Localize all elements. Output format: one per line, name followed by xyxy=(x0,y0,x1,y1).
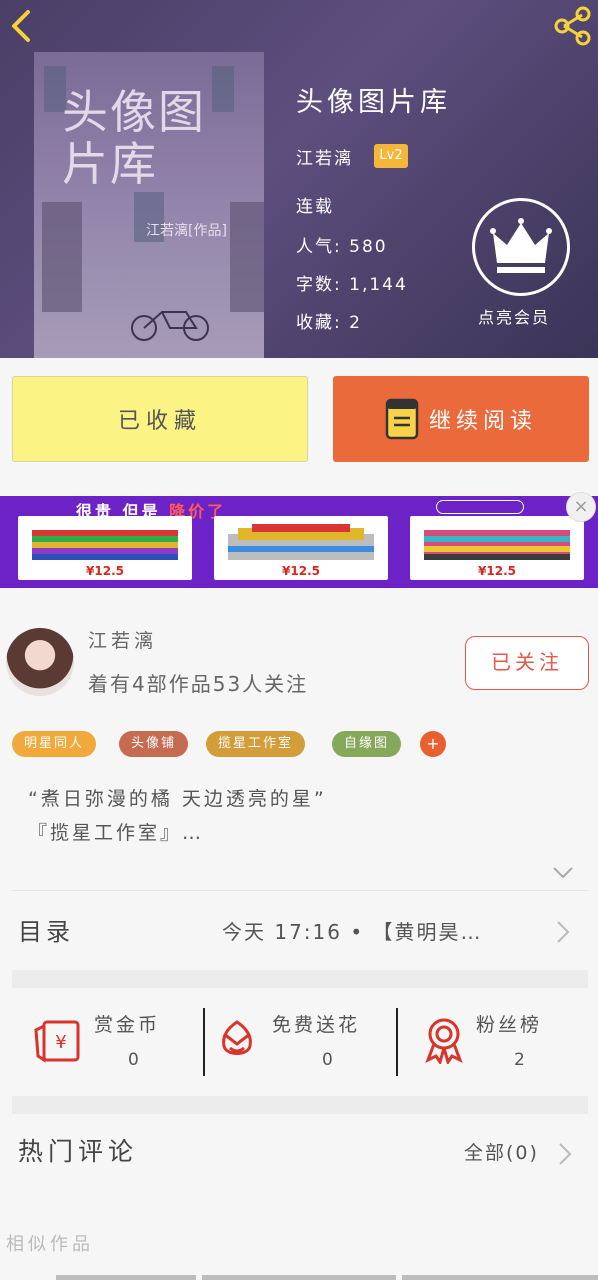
ad-product-card[interactable]: ¥12.5 xyxy=(410,516,584,580)
divider xyxy=(396,1008,398,1076)
popularity-stat: 人气: 580 xyxy=(296,232,388,257)
coins-value: 0 xyxy=(128,1050,139,1070)
back-arrow-icon[interactable] xyxy=(6,6,38,46)
chevron-right-icon[interactable] xyxy=(556,920,570,944)
flowers-value: 0 xyxy=(322,1050,333,1070)
tag-chip[interactable]: 明星同人 xyxy=(12,731,97,757)
magnet-cube-image xyxy=(424,530,570,560)
description-line: 『揽星工作室』… xyxy=(28,822,205,844)
book-icon xyxy=(385,398,419,440)
flower-icon xyxy=(222,1020,252,1055)
chevron-right-icon[interactable] xyxy=(558,1142,572,1166)
add-tag-icon[interactable]: + xyxy=(420,731,446,757)
popularity-value: 580 xyxy=(349,237,388,257)
cover-author: 江若漓[作品] xyxy=(146,223,227,239)
bicycle-icon xyxy=(131,311,209,341)
ad-banner[interactable]: 很贵 但是 降价了 ¥12.5 ¥12.5 ¥12.5 xyxy=(0,496,598,588)
ad-price: ¥12.5 xyxy=(478,564,516,578)
fans-value: 2 xyxy=(514,1050,525,1070)
ad-pill xyxy=(436,500,524,514)
toc-latest-chapter[interactable]: 今天 17:16 • 【黄明昊… xyxy=(222,916,483,945)
word-count-label: 字数: xyxy=(296,275,342,295)
book-author[interactable]: 江若漓 xyxy=(296,144,353,169)
ad-close-icon[interactable]: × xyxy=(566,492,596,522)
author-name[interactable]: 江若漓 xyxy=(88,626,157,653)
svg-text:¥: ¥ xyxy=(55,1032,66,1053)
word-count-stat: 字数: 1,144 xyxy=(296,270,408,295)
favorites-value: 2 xyxy=(349,313,362,333)
share-icon[interactable] xyxy=(552,6,592,46)
similar-work-thumb[interactable] xyxy=(56,1275,196,1280)
section-gap xyxy=(12,1096,588,1114)
section-gap xyxy=(12,970,588,988)
cover-door xyxy=(42,202,82,312)
description-line: “煮日弥漫的橘 天边透亮的星” xyxy=(28,788,327,810)
word-count-value: 1,144 xyxy=(349,275,408,295)
flowers-label: 免费送花 xyxy=(272,1014,361,1036)
hot-comments-title: 热门评论 xyxy=(18,1137,139,1166)
ad-price: ¥12.5 xyxy=(86,564,124,578)
cover-door xyxy=(230,202,264,312)
tag-chip[interactable]: 揽星工作室 xyxy=(206,731,306,757)
author-stats: 着有4部作品53人关注 xyxy=(88,672,309,696)
red-envelope-icon: ¥ xyxy=(34,1020,80,1063)
divider xyxy=(203,1008,205,1076)
tag-chip[interactable]: 自缘图 xyxy=(332,731,402,757)
chevron-down-icon[interactable] xyxy=(552,866,574,880)
similar-work-thumb[interactable] xyxy=(202,1275,396,1280)
favorites-stat: 收藏: 2 xyxy=(296,308,362,333)
ad-price: ¥12.5 xyxy=(282,564,320,578)
level-badge: Lv2 xyxy=(374,144,408,168)
book-status: 连载 xyxy=(296,197,334,217)
continue-reading-button[interactable]: 继续阅读 xyxy=(333,376,589,462)
divider xyxy=(12,890,588,891)
continue-reading-label: 继续阅读 xyxy=(428,409,537,434)
coins-label: 赏金币 xyxy=(94,1014,161,1036)
magnet-cube-image xyxy=(228,524,374,560)
book-title: 头像图片库 xyxy=(296,87,451,118)
popularity-label: 人气: xyxy=(296,237,342,257)
tag-chip[interactable]: 头像铺 xyxy=(119,731,189,757)
author-avatar[interactable] xyxy=(6,628,74,696)
collected-label: 已收藏 xyxy=(117,409,202,434)
follow-button[interactable]: 已关注 xyxy=(465,636,589,690)
book-description[interactable]: “煮日弥漫的橘 天边透亮的星” 『揽星工作室』… xyxy=(28,782,568,850)
fans-label: 粉丝榜 xyxy=(476,1014,543,1036)
ad-product-card[interactable]: ¥12.5 xyxy=(214,516,388,580)
award-ribbon-icon xyxy=(425,1018,463,1064)
ad-product-card[interactable]: ¥12.5 xyxy=(18,516,192,580)
similar-works-title: 相似作品 xyxy=(6,1234,94,1255)
all-comments-link[interactable]: 全部(0) xyxy=(464,1138,539,1165)
cover-title: 头像图片库 xyxy=(62,85,206,191)
magnet-cube-image xyxy=(32,530,178,560)
favorites-label: 收藏: xyxy=(296,313,342,333)
vip-label[interactable]: 点亮会员 xyxy=(478,304,550,328)
vip-crown-button[interactable] xyxy=(472,198,570,296)
crown-icon xyxy=(490,218,552,273)
book-header: 头像图片库 江若漓[作品] 头像图片库 江若漓 Lv2 连载 人气: 580 字… xyxy=(0,0,598,358)
collected-button[interactable]: 已收藏 xyxy=(12,376,308,462)
book-cover[interactable]: 头像图片库 江若漓[作品] xyxy=(34,52,264,358)
similar-work-thumb[interactable] xyxy=(402,1275,598,1280)
toc-label[interactable]: 目录 xyxy=(18,912,74,947)
